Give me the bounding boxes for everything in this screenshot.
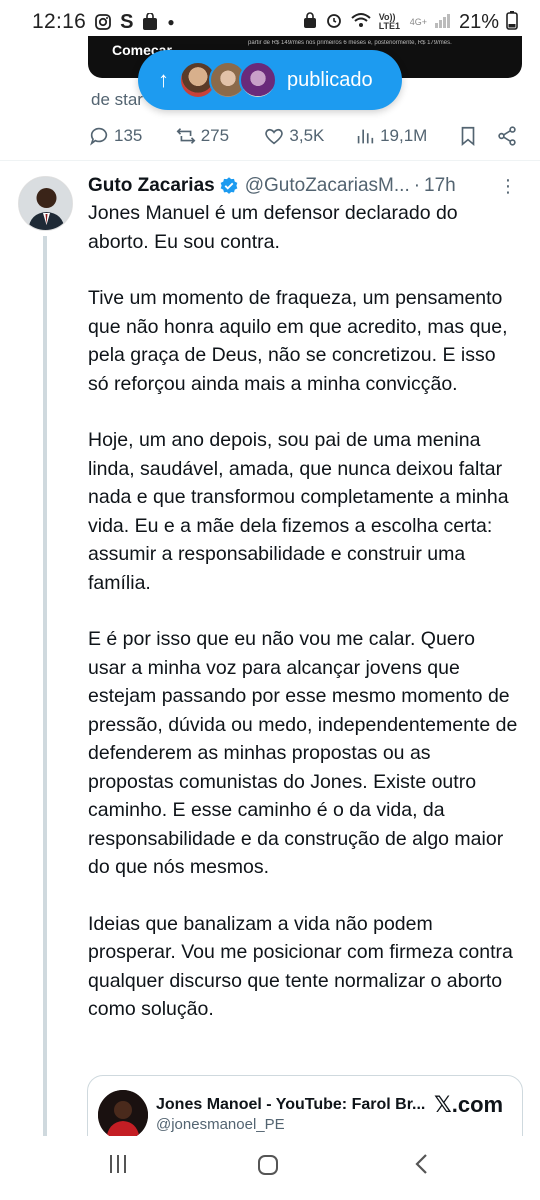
tweet-text: Jones Manuel é um defensor declarado do … — [88, 199, 518, 1052]
more-options-icon[interactable]: ⋮ — [499, 176, 517, 197]
notification-dot-icon: ● — [167, 15, 175, 29]
tweet-paragraph: Hoje, um ano depois, sou pai de uma meni… — [88, 429, 509, 594]
alarm-icon — [325, 11, 343, 33]
arrow-up-icon: ↑ — [158, 67, 169, 92]
reply-button[interactable]: 135 — [88, 125, 175, 147]
tweet-paragraph: Tive um momento de fraqueza, um pensamen… — [88, 287, 508, 395]
heart-icon — [265, 128, 284, 145]
link-card-avatar — [98, 1090, 148, 1140]
avatar — [239, 61, 277, 99]
thread-line — [43, 236, 47, 1136]
s-app-icon: S — [120, 10, 134, 33]
new-posts-pill[interactable]: ↑ publicado — [138, 50, 402, 110]
back-button[interactable] — [410, 1152, 434, 1183]
signal-icon — [434, 12, 452, 32]
instagram-icon — [94, 13, 112, 31]
like-count: 3,5K — [289, 126, 325, 145]
network-gen: 4G+ — [409, 17, 427, 27]
tweet-header: Guto Zacarias @GutoZacariasM... · 17h ⋮ — [88, 172, 528, 200]
author-handle[interactable]: @GutoZacariasM... — [245, 175, 410, 197]
reply-count: 135 — [114, 126, 143, 145]
bookmark-icon — [461, 126, 474, 147]
share-button[interactable] — [496, 125, 518, 147]
status-time: 12:16 — [32, 10, 87, 33]
like-button[interactable]: 3,5K — [263, 125, 354, 147]
verified-badge-icon — [220, 177, 238, 194]
views-button[interactable]: 19,1M — [354, 125, 457, 147]
separator-dot: · — [413, 175, 421, 196]
wifi-icon — [350, 11, 372, 33]
shopping-icon — [141, 13, 159, 31]
link-card-title: Jones Manoel - YouTube: Farol Br... — [156, 1096, 426, 1113]
link-card-handle: @jonesmanoel_PE — [156, 1116, 285, 1133]
previous-card-fineprint: partir de R$ 149/mês nos primeiros 6 mes… — [248, 40, 452, 46]
tweet-paragraph: E é por isso que eu não vou me calar. Qu… — [88, 628, 518, 878]
tweet-paragraph: Ideias que banalizam a vida não podem pr… — [88, 912, 513, 1021]
author-name[interactable]: Guto Zacarias — [88, 175, 215, 197]
alarm-lock-icon — [302, 11, 318, 33]
home-button[interactable] — [256, 1153, 280, 1184]
previous-card-subtext: de star — [91, 90, 143, 109]
battery-icon — [506, 10, 518, 34]
reply-icon — [90, 127, 108, 146]
repost-count: 275 — [200, 126, 230, 145]
repost-icon — [176, 128, 196, 144]
x-logo-icon: 𝕏.com — [434, 1092, 504, 1117]
system-nav-bar — [0, 1136, 540, 1200]
share-icon — [498, 126, 516, 146]
new-posts-label: publicado — [287, 68, 373, 91]
views-icon — [357, 129, 374, 144]
bookmark-button[interactable] — [457, 125, 496, 147]
repost-button[interactable]: 275 — [175, 125, 264, 147]
previous-tweet-actions: 135 275 3,5K 19,1M — [88, 118, 518, 154]
battery-percent: 21% — [458, 10, 499, 33]
author-avatar[interactable] — [18, 176, 73, 231]
tweet-timestamp[interactable]: 17h — [424, 175, 456, 197]
divider — [0, 160, 540, 161]
network-label: Vo)) LTE1 — [378, 12, 401, 31]
tweet-paragraph: Jones Manuel é um defensor declarado do … — [88, 202, 458, 253]
views-count: 19,1M — [380, 126, 428, 145]
recent-apps-button[interactable] — [106, 1152, 130, 1183]
pill-avatars — [179, 61, 277, 99]
